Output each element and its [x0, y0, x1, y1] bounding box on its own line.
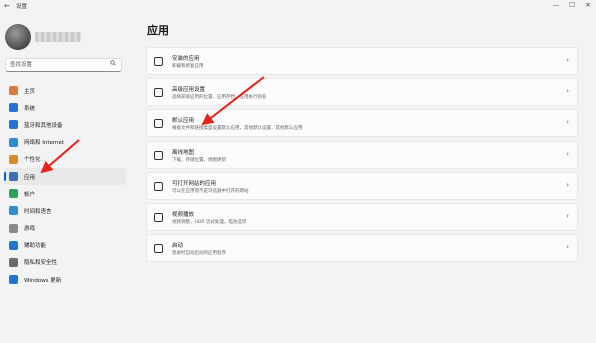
card-description: 登录时自动启动的应用程序	[172, 251, 226, 257]
sidebar-item-label: 系统	[24, 105, 36, 112]
sidebar-item-1[interactable]: 系统	[4, 99, 126, 116]
chevron-right-icon: ›	[566, 118, 569, 127]
settings-card[interactable]: 视频播放 视频调整，HDR 流式处理，电池选项 ›	[146, 202, 578, 231]
chevron-right-icon: ›	[566, 211, 569, 220]
back-arrow-icon[interactable]: ←	[0, 2, 14, 10]
offline-maps-icon	[154, 150, 163, 160]
settings-card-list: 安装的应用 卸载和修复应用 › 高级应用设置 选择获取应用的位置、应用存档、应用执行别名…	[146, 47, 578, 265]
card-title: 离线地图	[172, 149, 195, 156]
sidebar-item-3[interactable]: 网络和 Internet	[4, 134, 126, 151]
card-title: 高级应用设置	[172, 87, 206, 94]
card-description: 可以在应用而不是浏览器中打开的网站	[172, 188, 249, 194]
advanced-settings-icon	[154, 88, 163, 98]
sidebar-item-9[interactable]: 辅助功能	[4, 237, 126, 254]
shield-icon	[9, 257, 18, 267]
settings-card[interactable]: 安装的应用卸载和修复应用 ›	[146, 47, 578, 75]
page-title: 应用	[147, 24, 169, 37]
sidebar-item-label: 应用	[24, 174, 36, 181]
card-title: 默认应用	[172, 118, 195, 125]
sidebar-item-6[interactable]: 帐户	[4, 185, 126, 202]
chevron-right-icon: ›	[566, 243, 569, 252]
sidebar-item-label: 帐户	[24, 191, 36, 198]
sidebar-item-7[interactable]: 时间和语言	[4, 202, 126, 219]
search-placeholder: 查找设置	[10, 62, 33, 68]
network-icon	[9, 137, 18, 147]
sidebar-item-label: 时间和语言	[24, 208, 52, 215]
sidebar-item-4[interactable]: 个性化	[4, 151, 126, 168]
time-language-icon	[9, 206, 18, 216]
sidebar-item-label: 隐私和安全性	[24, 260, 58, 267]
card-description: 卸载和修复应用	[172, 64, 204, 69]
maximize-button[interactable]: ☐	[564, 0, 580, 10]
window-controls: — ☐ ✕	[548, 0, 596, 10]
sidebar-item-8[interactable]: 游戏	[4, 220, 126, 237]
sidebar-item-11[interactable]: Windows 更新	[4, 271, 126, 288]
search-icon[interactable]	[110, 59, 116, 71]
video-playback-icon	[154, 212, 163, 222]
sidebar-item-label: Windows 更新	[24, 277, 62, 284]
chevron-right-icon: ›	[566, 180, 569, 189]
user-profile[interactable]	[5, 24, 81, 50]
minimize-button[interactable]: —	[548, 0, 564, 10]
brush-icon	[9, 154, 18, 164]
account-icon	[9, 189, 18, 199]
settings-card[interactable]: 默认应用 根据文件和链接类型设置默认应用，其他默认设置，其他默认应用 ›	[146, 109, 578, 138]
sidebar-item-0[interactable]: 主页	[4, 82, 126, 99]
sidebar-item-label: 辅助功能	[24, 243, 47, 250]
card-description: 视频调整，HDR 流式处理，电池选项	[172, 219, 247, 225]
settings-card[interactable]: 启动 登录时自动启动的应用程序 ›	[146, 234, 578, 263]
title-bar: ← 设置 — ☐ ✕	[0, 0, 596, 12]
settings-card[interactable]: 可打开网站的应用 可以在应用而不是浏览器中打开的网站 ›	[146, 171, 578, 200]
sidebar-item-2[interactable]: 蓝牙和其他设备	[4, 116, 126, 133]
sidebar-item-label: 网络和 Internet	[24, 140, 65, 147]
card-description: 根据文件和链接类型设置默认应用，其他默认设置，其他默认应用	[172, 126, 303, 132]
sidebar-item-10[interactable]: 隐私和安全性	[4, 254, 126, 271]
card-title: 安装的应用	[172, 56, 200, 62]
apps-icon	[9, 172, 18, 182]
window-title: 设置	[16, 4, 28, 10]
accessibility-icon	[9, 240, 18, 250]
card-title: 启动	[172, 243, 184, 250]
card-description: 下载，存储位置，地图更新	[172, 157, 226, 163]
sidebar-nav: 主页系统蓝牙和其他设备 网络和 Internet 个性化应用帐户时间和语言游戏辅助功…	[4, 82, 126, 288]
sidebar-item-label: 游戏	[24, 226, 36, 233]
default-apps-icon	[154, 119, 163, 129]
settings-card[interactable]: 高级应用设置 选择获取应用的位置、应用存档、应用执行别名 ›	[146, 78, 578, 107]
startup-icon	[154, 244, 163, 254]
home-icon	[9, 86, 18, 96]
search-input[interactable]: 查找设置	[5, 58, 122, 72]
sidebar: 查找设置 主页系统蓝牙和其他设备 网络和 Internet 个性化应用帐户时间和语言…	[0, 12, 130, 343]
system-icon	[9, 103, 18, 113]
sidebar-item-label: 蓝牙和其他设备	[24, 122, 63, 129]
gaming-icon	[9, 223, 18, 233]
sidebar-item-5[interactable]: 应用	[4, 167, 126, 186]
user-name-blurred	[35, 32, 81, 42]
update-icon	[9, 275, 18, 285]
bluetooth-icon	[9, 120, 18, 130]
chevron-right-icon: ›	[566, 87, 569, 96]
card-description: 选择获取应用的位置、应用存档、应用执行别名	[172, 95, 267, 101]
installed-apps-icon	[154, 57, 163, 66]
close-button[interactable]: ✕	[580, 0, 596, 10]
settings-card[interactable]: 离线地图 下载，存储位置，地图更新 ›	[146, 140, 578, 169]
sidebar-item-label: 个性化	[24, 157, 41, 164]
card-title: 可打开网站的应用	[172, 180, 217, 187]
chevron-right-icon: ›	[566, 149, 569, 158]
apps-for-websites-icon	[154, 181, 163, 191]
chevron-right-icon: ›	[566, 56, 569, 64]
card-title: 视频播放	[172, 211, 195, 218]
avatar	[5, 24, 31, 50]
sidebar-item-label: 主页	[24, 88, 36, 95]
